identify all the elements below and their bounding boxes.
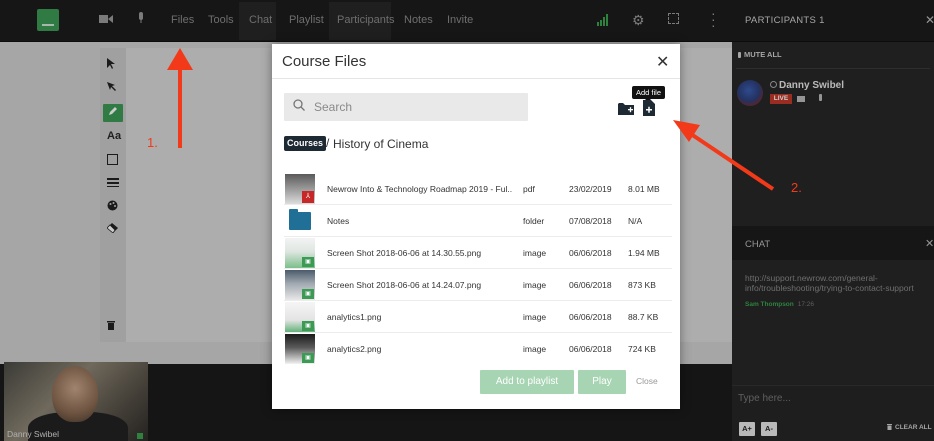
annotation-label-1: 1. (147, 135, 158, 150)
app-window: Files Tools Chat Playlist Participants N… (0, 0, 934, 441)
arrow-1-head (167, 48, 193, 70)
annotation-label-2: 2. (791, 180, 802, 195)
arrow-2-shaft (686, 130, 775, 191)
annotation-arrows (167, 48, 775, 191)
